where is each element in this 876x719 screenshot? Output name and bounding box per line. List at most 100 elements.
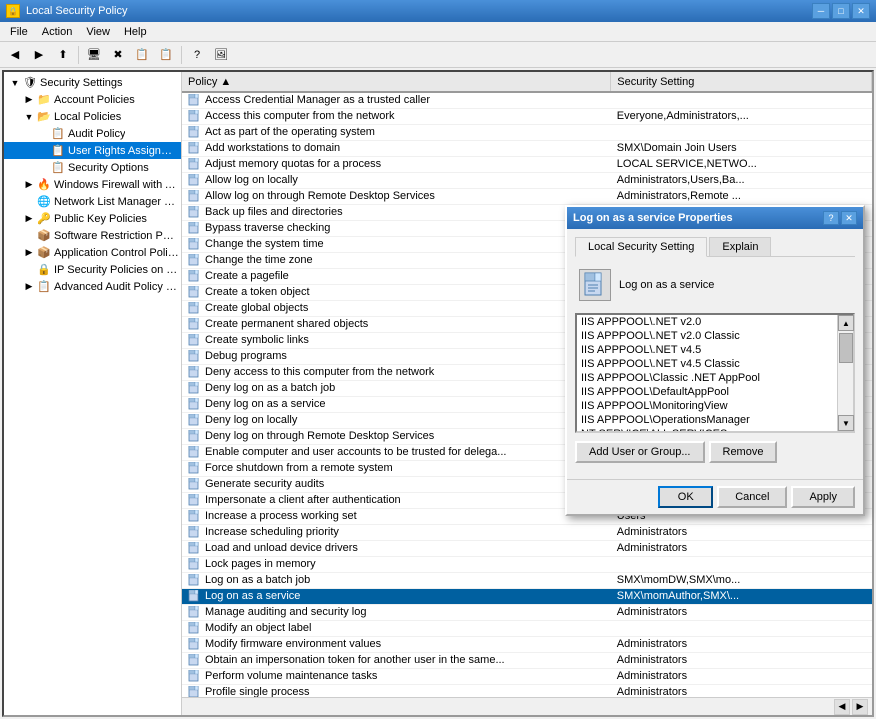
expander-app-control[interactable]: ▶ <box>22 246 36 260</box>
expander-audit-policy[interactable] <box>36 127 50 141</box>
status-scroll-right[interactable]: ▶ <box>852 699 868 715</box>
tree-item-windows-firewall[interactable]: ▶ 🔥 Windows Firewall with Advanced Sec..… <box>4 176 181 193</box>
table-row[interactable]: Access Credential Manager as a trusted c… <box>182 92 872 108</box>
menu-file[interactable]: File <box>4 25 34 39</box>
listbox-item[interactable]: IIS APPPOOL\DefaultAppPool <box>577 385 837 399</box>
setting-cell: SMX\Domain Join Users <box>611 140 872 156</box>
tree-item-audit-policy[interactable]: 📋 Audit Policy <box>4 125 181 142</box>
table-row[interactable]: Adjust memory quotas for a processLOCAL … <box>182 156 872 172</box>
table-row[interactable]: Access this computer from the networkEve… <box>182 108 872 124</box>
toolbar-help[interactable]: ? <box>186 45 208 65</box>
table-row[interactable]: Modify firmware environment valuesAdmini… <box>182 636 872 652</box>
menu-bar: File Action View Help <box>0 22 876 42</box>
dialog-listbox[interactable]: IIS APPPOOL\.NET v2.0IIS APPPOOL\.NET v2… <box>577 315 837 431</box>
toolbar-copy[interactable]: 📋 <box>155 45 177 65</box>
tree-item-account-policies[interactable]: ▶ 📁 Account Policies <box>4 91 181 108</box>
tree-item-ip-security[interactable]: 🔒 IP Security Policies on Local Compute.… <box>4 261 181 278</box>
status-scroll-left[interactable]: ◀ <box>834 699 850 715</box>
table-row[interactable]: Log on as a serviceSMX\momAuthor,SMX\... <box>182 588 872 604</box>
expander-local-policies[interactable]: ▼ <box>22 110 36 124</box>
listbox-item[interactable]: IIS APPPOOL\MonitoringView <box>577 399 837 413</box>
listbox-item[interactable]: IIS APPPOOL\OperationsManager <box>577 413 837 427</box>
policy-cell: Perform volume maintenance tasks <box>182 668 611 684</box>
menu-view[interactable]: View <box>80 25 116 39</box>
tree-item-advanced-audit[interactable]: ▶ 📋 Advanced Audit Policy Configuration <box>4 278 181 295</box>
apply-button[interactable]: Apply <box>791 486 855 508</box>
toolbar-show-hide[interactable]: 🖥 <box>83 45 105 65</box>
table-row[interactable]: Increase scheduling priorityAdministrato… <box>182 524 872 540</box>
setting-cell: SMX\momAuthor,SMX\... <box>611 588 872 604</box>
dialog-help-button[interactable]: ? <box>823 211 839 225</box>
tab-explain[interactable]: Explain <box>709 237 771 256</box>
policy-row-icon <box>188 366 202 378</box>
toolbar-forward[interactable]: ▶ <box>28 45 50 65</box>
expander-user-rights[interactable] <box>36 144 50 158</box>
close-button[interactable]: ✕ <box>852 3 870 19</box>
policy-cell: Modify firmware environment values <box>182 636 611 652</box>
expander-advanced-audit[interactable]: ▶ <box>22 280 36 294</box>
expander-windows-firewall[interactable]: ▶ <box>22 178 36 192</box>
table-row[interactable]: Allow log on locallyAdministrators,Users… <box>182 172 872 188</box>
menu-action[interactable]: Action <box>36 25 79 39</box>
tree-item-app-control[interactable]: ▶ 📦 Application Control Policies <box>4 244 181 261</box>
ok-button[interactable]: OK <box>658 486 713 508</box>
expander-security-settings[interactable]: ▼ <box>8 76 22 90</box>
listbox-item[interactable]: IIS APPPOOL\Classic .NET AppPool <box>577 371 837 385</box>
table-row[interactable]: Modify an object label <box>182 620 872 636</box>
scroll-up-button[interactable]: ▲ <box>838 315 854 331</box>
table-row[interactable]: Load and unload device driversAdministra… <box>182 540 872 556</box>
tree-item-public-key[interactable]: ▶ 🔑 Public Key Policies <box>4 210 181 227</box>
listbox-item[interactable]: IIS APPPOOL\.NET v2.0 <box>577 315 837 329</box>
expander-account-policies[interactable]: ▶ <box>22 93 36 107</box>
maximize-button[interactable]: □ <box>832 3 850 19</box>
expander-public-key[interactable]: ▶ <box>22 212 36 226</box>
table-row[interactable]: Perform volume maintenance tasksAdminist… <box>182 668 872 684</box>
dialog-close-button[interactable]: ✕ <box>841 211 857 225</box>
tree-item-software-restriction[interactable]: 📦 Software Restriction Policies <box>4 227 181 244</box>
listbox-item[interactable]: IIS APPPOOL\.NET v2.0 Classic <box>577 329 837 343</box>
toolbar-back[interactable]: ◀ <box>4 45 26 65</box>
table-row[interactable]: Add workstations to domainSMX\Domain Joi… <box>182 140 872 156</box>
expander-ip-security[interactable] <box>22 263 36 277</box>
dialog-footer: OK Cancel Apply <box>567 479 863 514</box>
table-row[interactable]: Profile single processAdministrators <box>182 684 872 697</box>
title-bar-left: 🔒 Local Security Policy <box>6 4 128 18</box>
tree-item-security-settings[interactable]: ▼ 🛡 Security Settings <box>4 74 181 91</box>
minimize-button[interactable]: ─ <box>812 3 830 19</box>
scroll-thumb[interactable] <box>839 333 853 363</box>
policy-row-icon <box>188 590 202 602</box>
listbox-item[interactable]: IIS APPPOOL\.NET v4.5 <box>577 343 837 357</box>
table-row[interactable]: Allow log on through Remote Desktop Serv… <box>182 188 872 204</box>
expander-security-options[interactable] <box>36 161 50 175</box>
listbox-item[interactable]: NT SERVICE\ALL SERVICES <box>577 427 837 431</box>
dialog-policy-icon <box>579 269 611 301</box>
tree-item-network-list[interactable]: 🌐 Network List Manager Policies <box>4 193 181 210</box>
tree-item-local-policies[interactable]: ▼ 📂 Local Policies <box>4 108 181 125</box>
table-row[interactable]: Lock pages in memory <box>182 556 872 572</box>
toolbar-delete[interactable]: ✖ <box>107 45 129 65</box>
expander-software-restriction[interactable] <box>22 229 36 243</box>
cancel-button[interactable]: Cancel <box>717 486 787 508</box>
table-row[interactable]: Log on as a batch jobSMX\momDW,SMX\mo... <box>182 572 872 588</box>
remove-button[interactable]: Remove <box>709 441 778 463</box>
policy-row-icon <box>188 382 202 394</box>
expander-network-list[interactable] <box>22 195 36 209</box>
table-row[interactable]: Obtain an impersonation token for anothe… <box>182 652 872 668</box>
toolbar-properties[interactable]: 📋 <box>131 45 153 65</box>
col-header-policy[interactable]: Policy ▲ <box>182 72 611 92</box>
policy-row-icon <box>188 558 202 570</box>
scroll-down-button[interactable]: ▼ <box>838 415 854 431</box>
toolbar-up[interactable]: ⬆ <box>52 45 74 65</box>
table-row[interactable]: Manage auditing and security logAdminist… <box>182 604 872 620</box>
tree-item-security-options[interactable]: 📋 Security Options <box>4 159 181 176</box>
app-title: Local Security Policy <box>26 5 128 17</box>
toolbar-export[interactable]: 🖼 <box>210 45 232 65</box>
menu-help[interactable]: Help <box>118 25 153 39</box>
table-row[interactable]: Act as part of the operating system <box>182 124 872 140</box>
setting-cell <box>611 556 872 572</box>
listbox-item[interactable]: IIS APPPOOL\.NET v4.5 Classic <box>577 357 837 371</box>
col-header-setting[interactable]: Security Setting <box>611 72 872 92</box>
add-user-button[interactable]: Add User or Group... <box>575 441 705 463</box>
tree-item-user-rights[interactable]: 📋 User Rights Assignment <box>4 142 181 159</box>
tab-local-security-setting[interactable]: Local Security Setting <box>575 237 707 257</box>
